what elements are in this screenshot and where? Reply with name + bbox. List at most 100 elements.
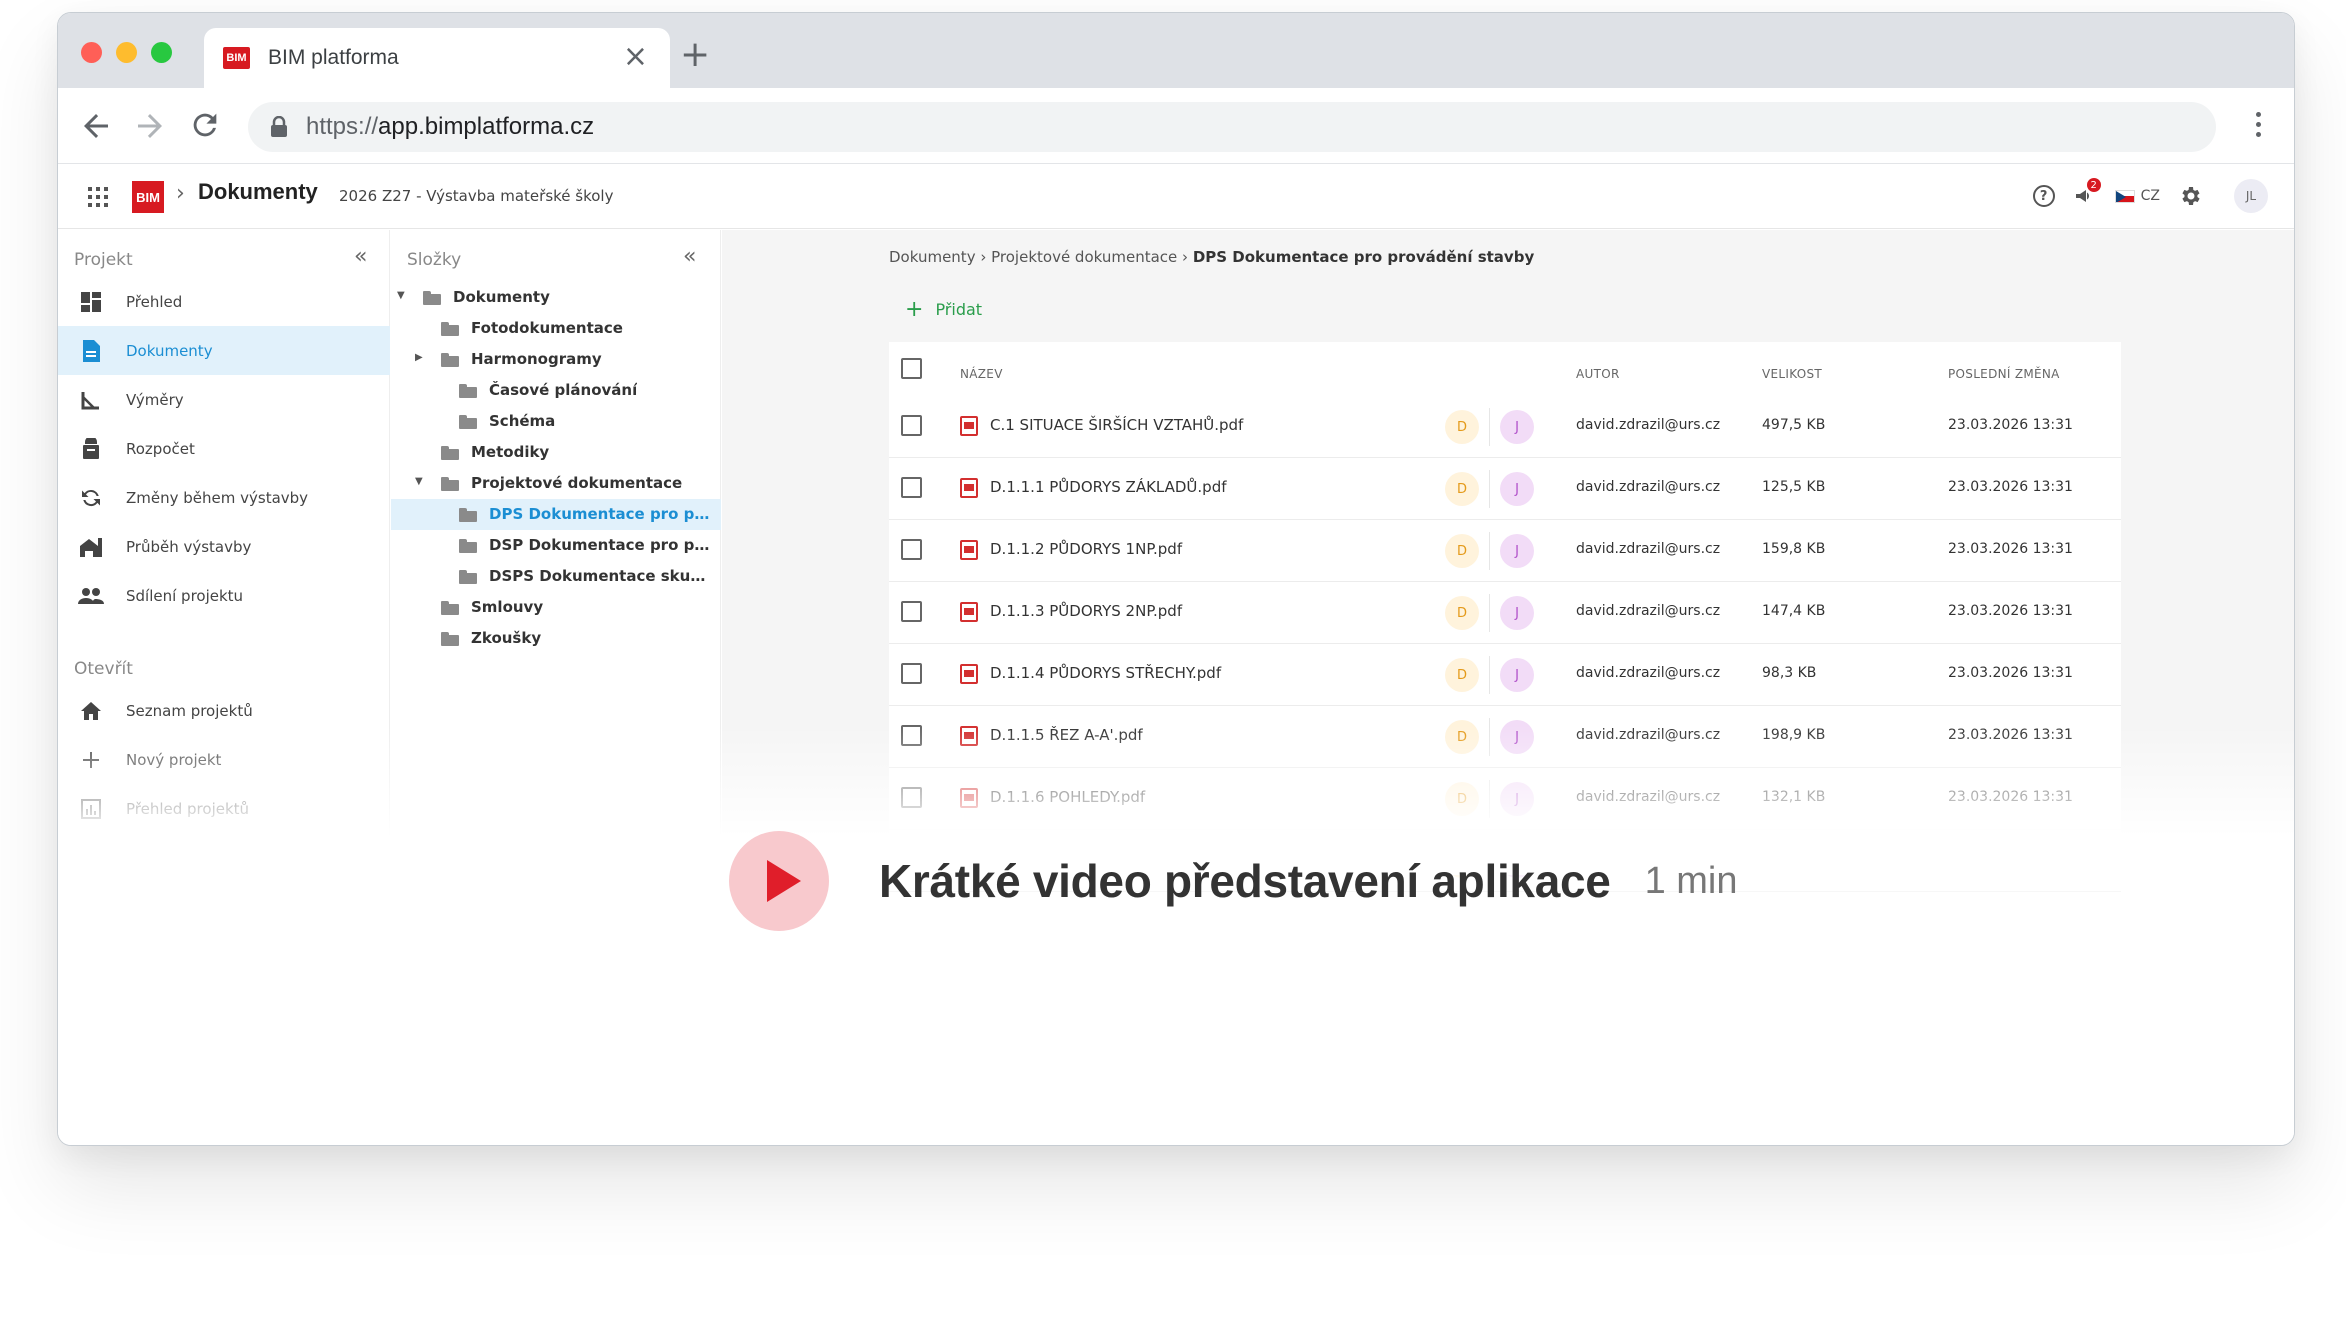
sidebar-item-prubeh[interactable]: Průběh výstavby xyxy=(58,522,390,571)
breadcrumb: Dokumenty › Projektové dokumentace › DPS… xyxy=(889,248,1535,266)
new-tab-button[interactable]: + xyxy=(680,37,710,73)
folder-tree-item[interactable]: ▼ Dokumenty xyxy=(391,282,721,313)
avatar[interactable]: JL xyxy=(2234,179,2268,213)
maximize-window-button[interactable] xyxy=(151,42,172,63)
folder-tree-item[interactable]: Zkoušky xyxy=(391,623,721,654)
close-window-button[interactable] xyxy=(81,42,102,63)
sidebar-item-prehled[interactable]: Přehled xyxy=(58,277,390,326)
breadcrumb-item[interactable]: Projektové dokumentace xyxy=(991,248,1177,266)
file-name[interactable]: D.1.1.4 PŮDORYS STŘECHY.pdf xyxy=(990,664,1221,682)
caret-down-icon[interactable]: ▼ xyxy=(397,290,405,301)
sidebar-item-seznam-projektu[interactable]: Seznam projektů xyxy=(58,686,390,735)
divider xyxy=(1489,718,1490,756)
sidebar-item-vymery[interactable]: Výměry xyxy=(58,375,390,424)
caret-down-icon[interactable]: ▼ xyxy=(415,476,423,487)
table-row[interactable]: D.1.1.6 POHLEDY.pdf D Jdavid.zdrazil@urs.c… xyxy=(889,768,2121,830)
row-checkbox[interactable] xyxy=(901,539,922,560)
folder-tree-item[interactable]: Smlouvy xyxy=(391,592,721,623)
video-duration: 1 min xyxy=(1644,859,1738,902)
document-list-area: Dokumenty › Projektové dokumentace › DPS… xyxy=(722,230,2294,892)
folder-tree-item[interactable]: ▼ Projektové dokumentace xyxy=(391,468,721,499)
row-checkbox[interactable] xyxy=(901,601,922,622)
collapse-folders-icon[interactable]: « xyxy=(683,244,696,269)
folder-label: Fotodokumentace xyxy=(471,319,623,337)
sidebar-item-zmeny[interactable]: Změny během výstavby xyxy=(58,473,390,522)
file-name[interactable]: D.1.1.1 PŮDORYS ZÁKLADŮ.pdf xyxy=(990,478,1227,496)
file-name[interactable]: D.1.1.6 POHLEDY.pdf xyxy=(990,788,1145,806)
video-cta[interactable]: Krátké video představení aplikace 1 min xyxy=(729,831,1737,931)
language-switch[interactable]: CZ xyxy=(2114,188,2160,204)
file-changed: 23.03.2026 13:31 xyxy=(1948,541,2073,557)
file-author: david.zdrazil@urs.cz xyxy=(1576,727,1721,743)
folders-panel: Složky « ▼ Dokumenty Fotodokumentace ▶ Harmo… xyxy=(391,230,721,870)
plus-icon xyxy=(78,747,104,773)
folder-tree-item[interactable]: Fotodokumentace xyxy=(391,313,721,344)
row-checkbox[interactable] xyxy=(901,415,922,436)
folder-label: Dokumenty xyxy=(453,288,550,306)
folder-label: Časové plánování xyxy=(489,381,638,399)
column-header-name[interactable]: NÁZEV xyxy=(960,367,1003,381)
browser-menu-icon[interactable] xyxy=(2256,112,2264,142)
notifications-icon[interactable]: 2 xyxy=(2073,178,2101,208)
folder-tree-item[interactable]: DPS Dokumentace pro prov... xyxy=(391,499,721,530)
caret-right-icon[interactable]: ▶ xyxy=(415,352,423,363)
breadcrumb-item[interactable]: Dokumenty xyxy=(889,248,976,266)
folder-tree-item[interactable]: ▶ Harmonogramy xyxy=(391,344,721,375)
table-row[interactable]: D.1.1.4 PŮDORYS STŘECHY.pdf D Jdavid.zdraz… xyxy=(889,644,2121,706)
sidebar-item-sdileni[interactable]: Sdílení projektu xyxy=(58,571,390,620)
sidebar-item-rozpocet[interactable]: Rozpočet xyxy=(58,424,390,473)
folder-tree-item[interactable]: Časové plánování xyxy=(391,375,721,406)
folder-tree-item[interactable]: DSP Dokumentace pro prov... xyxy=(391,530,721,561)
column-header-author[interactable]: AUTOR xyxy=(1576,367,1620,381)
folder-tree-item[interactable]: DSPS Dokumentace skutečn... xyxy=(391,561,721,592)
column-header-changed[interactable]: POSLEDNÍ ZMĚNA xyxy=(1948,367,2060,381)
browser-tab[interactable]: BIM BIM platforma × xyxy=(204,28,670,88)
table-row[interactable]: D.1.1.1 PŮDORYS ZÁKLADŮ.pdf D Jdavid.zdraz… xyxy=(889,458,2121,520)
file-name[interactable]: D.1.1.5 ŘEZ A-A'.pdf xyxy=(990,726,1143,744)
reload-icon[interactable] xyxy=(188,108,224,144)
file-name[interactable]: C.1 SITUACE ŠIRŠÍCH VZTAHŮ.pdf xyxy=(990,416,1243,434)
folder-label: DSP Dokumentace pro prov... xyxy=(489,536,711,554)
status-badge-d: D xyxy=(1445,472,1479,506)
sidebar-item-label: Sdílení projektu xyxy=(126,586,244,605)
sidebar-item-prehled-projektu[interactable]: Přehled projektů xyxy=(58,784,390,833)
file-changed: 23.03.2026 13:31 xyxy=(1948,789,2073,805)
document-icon xyxy=(78,338,104,364)
file-name[interactable]: D.1.1.2 PŮDORYS 1NP.pdf xyxy=(990,540,1182,558)
table-row[interactable]: C.1 SITUACE ŠIRŠÍCH VZTAHŮ.pdf D Jdavid.zd… xyxy=(889,396,2121,458)
row-checkbox[interactable] xyxy=(901,725,922,746)
people-icon xyxy=(78,583,104,609)
row-checkbox[interactable] xyxy=(901,787,922,808)
sidebar-item-novy-projekt[interactable]: Nový projekt xyxy=(58,735,390,784)
file-changed: 23.03.2026 13:31 xyxy=(1948,665,2073,681)
row-checkbox[interactable] xyxy=(901,663,922,684)
add-button[interactable]: + Přidat xyxy=(905,298,982,320)
tab-title: BIM platforma xyxy=(268,46,399,69)
apps-grid-icon[interactable] xyxy=(88,187,108,207)
close-tab-icon[interactable]: × xyxy=(623,40,648,74)
column-header-size[interactable]: VELIKOST xyxy=(1762,367,1822,381)
folder-tree-item[interactable]: Metodiky xyxy=(391,437,721,468)
folder-icon xyxy=(459,508,477,522)
forward-arrow-icon[interactable] xyxy=(132,108,168,144)
folder-tree-item[interactable]: Schéma xyxy=(391,406,721,437)
settings-gear-icon[interactable] xyxy=(2178,184,2202,208)
collapse-sidebar-icon[interactable]: « xyxy=(354,244,367,269)
sidebar-section-open: Otevřít xyxy=(74,659,133,679)
help-icon[interactable]: ? xyxy=(2032,185,2055,207)
select-all-checkbox[interactable] xyxy=(901,358,922,379)
sidebar-item-label: Rozpočet xyxy=(126,439,195,458)
back-arrow-icon[interactable] xyxy=(78,108,114,144)
table-row[interactable]: D.1.1.3 PŮDORYS 2NP.pdf D Jdavid.zdrazil@u… xyxy=(889,582,2121,644)
bim-logo[interactable]: BIM xyxy=(132,181,164,213)
table-row[interactable]: D.1.1.5 ŘEZ A-A'.pdf D Jdavid.zdrazil@urs.… xyxy=(889,706,2121,768)
sidebar-item-dokumenty[interactable]: Dokumenty xyxy=(58,326,390,375)
table-row[interactable]: D.1.1.2 PŮDORYS 1NP.pdf D Jdavid.zdrazil@u… xyxy=(889,520,2121,582)
minimize-window-button[interactable] xyxy=(116,42,137,63)
address-bar[interactable]: https://app.bimplatforma.cz xyxy=(248,102,2216,152)
file-size: 159,8 KB xyxy=(1762,541,1826,557)
file-name[interactable]: D.1.1.3 PŮDORYS 2NP.pdf xyxy=(990,602,1182,620)
play-button-icon[interactable] xyxy=(729,831,829,931)
row-checkbox[interactable] xyxy=(901,477,922,498)
sidebar-item-label: Výměry xyxy=(126,390,184,409)
